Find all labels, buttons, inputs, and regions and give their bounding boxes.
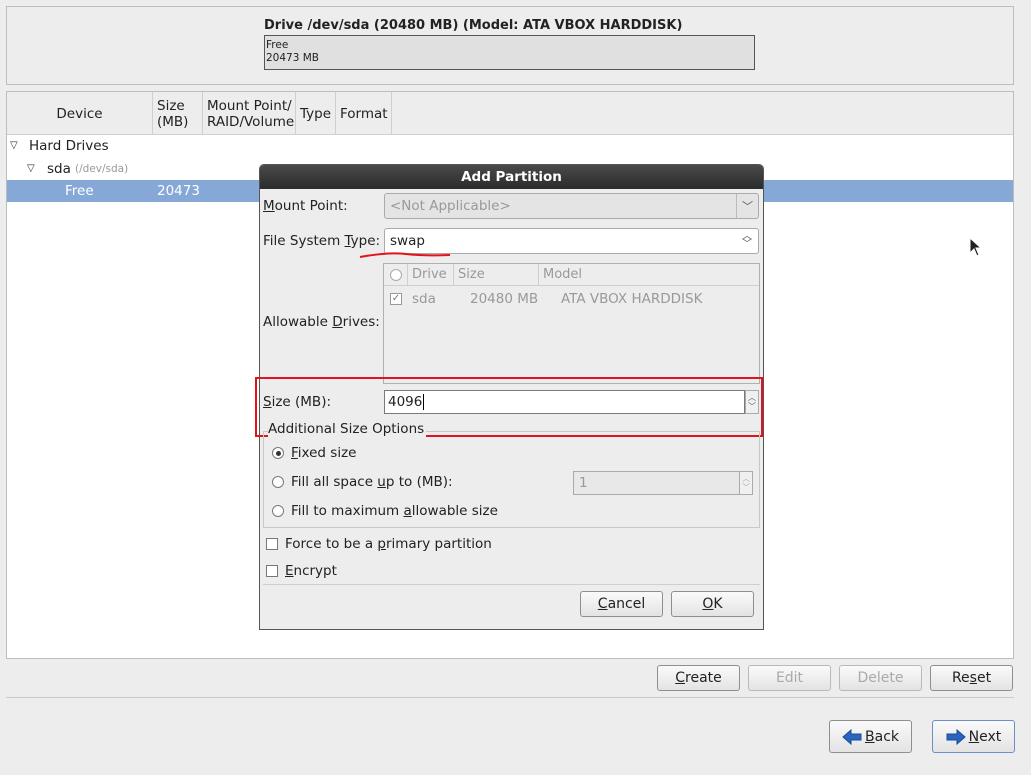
chevron-down-icon: ﹀ <box>736 194 758 218</box>
delete-button[interactable]: Delete <box>839 665 922 691</box>
triangle-down-icon[interactable]: ▽ <box>10 135 18 157</box>
column-mount-point[interactable]: Mount Point/RAID/Volume <box>203 92 296 135</box>
tree-row-hard-drives[interactable]: ▽ Hard Drives <box>7 135 1013 157</box>
drive-row-sda[interactable]: ✓ sda 20480 MB ATA VBOX HARDDISK <box>384 288 759 310</box>
drives-list-header: Drive Size Model <box>384 264 759 286</box>
next-button[interactable]: Next <box>932 720 1015 753</box>
fill-upto-input[interactable]: 1 <box>573 471 740 495</box>
table-header: Device Size (MB) Mount Point/RAID/Volume … <box>7 92 1013 135</box>
encrypt-checkbox[interactable]: Encrypt <box>266 563 337 579</box>
column-device[interactable]: Device <box>7 92 153 135</box>
drive-size: 20480 MB <box>470 291 539 307</box>
updown-arrows-icon: ︿ ﹀ <box>742 231 752 250</box>
drive-free-bar[interactable]: Free 20473 MB <box>264 35 755 70</box>
dialog-title: Add Partition <box>260 165 763 189</box>
drive-bar-size: 20473 MB <box>266 52 320 64</box>
fill-upto-radio[interactable]: Fill all space up to (MB): <box>272 474 453 490</box>
ok-button[interactable]: OK <box>671 591 754 617</box>
drives-column-drive[interactable]: Drive <box>408 264 454 286</box>
mount-point-value: <Not Applicable> <box>390 198 511 214</box>
sda-label: sda <box>47 161 71 177</box>
force-primary-checkbox[interactable]: Force to be a primary partition <box>266 536 492 552</box>
select-all-radio[interactable] <box>384 264 408 286</box>
drives-column-size[interactable]: Size <box>454 264 539 286</box>
triangle-down-icon[interactable]: ▽ <box>27 158 35 180</box>
free-label: Free <box>65 183 94 199</box>
fill-upto-value: 1 <box>579 475 588 491</box>
additional-size-options-title: Additional Size Options <box>268 421 427 437</box>
fill-max-radio[interactable]: Fill to maximum allowable size <box>272 503 498 519</box>
drive-checkbox[interactable]: ✓ <box>390 293 402 305</box>
arrow-left-icon <box>842 728 862 745</box>
mount-point-label: Mount Point: <box>263 198 348 214</box>
drive-model: ATA VBOX HARDDISK <box>561 291 703 307</box>
cancel-button[interactable]: Cancel <box>580 591 663 617</box>
separator <box>6 697 1014 698</box>
drive-name: sda <box>412 291 436 307</box>
mount-point-combo[interactable]: <Not Applicable> ﹀ <box>384 193 759 219</box>
fill-upto-spinner[interactable]: ︿ ﹀ <box>739 471 753 495</box>
back-button[interactable]: Back <box>829 720 912 753</box>
create-button[interactable]: Create <box>657 665 740 691</box>
column-size[interactable]: Size (MB) <box>153 92 203 135</box>
drive-bar-label: Free <box>266 39 289 51</box>
edit-button[interactable]: Edit <box>748 665 831 691</box>
allowable-drives-label: Allowable Drives: <box>263 314 380 330</box>
dialog-separator <box>263 584 760 585</box>
column-type[interactable]: Type <box>296 92 336 135</box>
red-annotation-underline <box>359 252 451 258</box>
column-format[interactable]: Format <box>336 92 392 135</box>
drives-column-model[interactable]: Model <box>539 264 759 286</box>
drive-title: Drive /dev/sda (20480 MB) (Model: ATA VB… <box>264 18 683 33</box>
allowable-drives-list[interactable]: Drive Size Model ✓ sda 20480 MB ATA VBOX… <box>383 263 760 384</box>
fixed-size-radio[interactable]: Fixed size <box>272 445 356 461</box>
hard-drives-label: Hard Drives <box>29 138 109 154</box>
add-partition-dialog: Add Partition Mount Point: <Not Applicab… <box>255 164 764 630</box>
arrow-right-icon <box>946 728 966 745</box>
sda-path: (/dev/sda) <box>75 163 129 175</box>
mouse-pointer-icon <box>969 237 983 257</box>
free-size: 20473 <box>157 183 200 199</box>
reset-button[interactable]: Re s et <box>930 665 1013 691</box>
